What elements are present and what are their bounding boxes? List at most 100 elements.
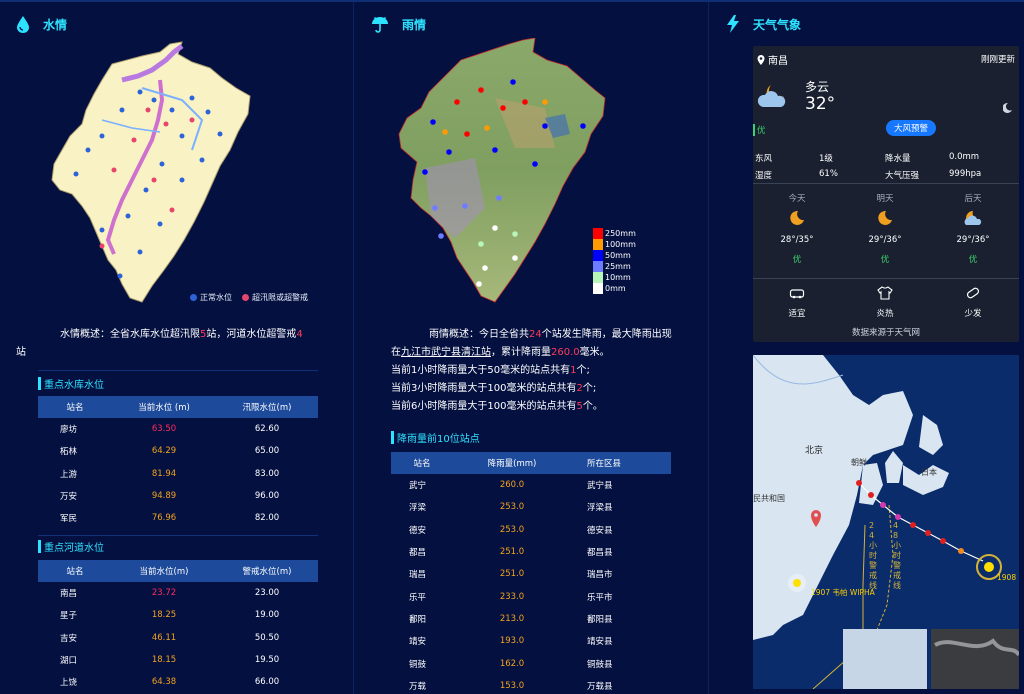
county-name: 德安县 [587,525,613,536]
station-name: 湖口 [60,656,78,667]
table-row[interactable]: 武宁 260.0 武宁县 [391,474,671,496]
table-row[interactable]: 都昌 251.0 都昌县 [391,541,671,563]
map-24h-line-label: 24小时警戒线 [869,521,877,590]
river-table: 站名 当前水位(m) 警戒水位(m) 南昌 23.72 23.00 星子 18.25 19… [38,560,318,693]
station-name: 柘林 [60,447,78,458]
rain-header: 雨情 [371,14,426,34]
col-county: 所在区县 [587,459,622,469]
county-name: 浮梁县 [587,503,613,514]
station-name: 乐平 [409,592,427,603]
table-row[interactable]: 浮梁 253.0 浮梁县 [391,496,671,518]
table-row[interactable]: 上饶 64.38 66.00 [38,671,318,693]
weather-header: 天气气象 [726,14,801,34]
table-row[interactable]: 湖口 18.15 19.50 [38,649,318,671]
table-row[interactable]: 鄱阳 213.0 鄱阳县 [391,608,671,630]
divider [38,370,318,371]
moon-icon [878,210,892,225]
typhoon-map[interactable]: 北京 朝鲜 日本 民共和国 24小时警戒线 48小时警戒线 1907 韦帕 WI… [753,355,1019,689]
station-name: 星子 [60,611,78,622]
wind-label: 东风 [755,154,773,164]
warning-level: 19.00 [254,610,280,621]
partly-cloudy-icon [964,211,982,225]
station-name: 南昌 [60,589,78,600]
location-pin-icon [757,54,765,65]
water-panel: 水情 正常水位 超汛限或超警戒 水情概述：全省水库水位超汛限5站，河道水位超警戒… [0,2,354,694]
station-name: 万载 [409,681,427,692]
car-icon [789,289,805,299]
current-level: 81.94 [151,468,177,479]
top-rain-table: 站名 降雨量(mm) 所在区县 武宁 260.0 武宁县 浮梁 253.0 浮梁县 德安 25… [391,452,671,694]
typhoon-label-1908[interactable]: 1908 [997,573,1016,582]
river-section-title: 重点河道水位 [38,539,104,554]
night-mode-icon [1003,102,1012,113]
current-temperature: 32° [805,94,836,114]
station-name: 靖安 [409,637,427,648]
table-row[interactable]: 万安 94.89 96.00 [38,485,318,507]
wind-alert-button[interactable]: 大风预警 [886,120,937,136]
shirt-icon [877,286,893,300]
typhoon-label-1907[interactable]: 1907 韦帕 WIPHA [811,587,875,598]
station-name: 瑞昌 [409,570,427,581]
table-row[interactable]: 南昌 23.72 23.00 [38,582,318,604]
table-row[interactable]: 星子 18.25 19.00 [38,604,318,626]
current-level: 64.38 [151,677,177,688]
current-level: 63.50 [151,424,177,435]
water-map[interactable] [42,40,282,306]
station-name: 上饶 [60,678,78,689]
life-index-cold[interactable]: 少发 [929,286,1017,319]
col-warning-level: 警戒水位(m) [242,567,292,577]
table-row[interactable]: 德安 253.0 德安县 [391,519,671,541]
rainfall-label: 降水量 [885,154,911,164]
station-name: 铜鼓 [409,659,427,670]
map-label-prc: 民共和国 [753,494,785,503]
rainfall-value: 0.0mm [949,152,980,162]
weather-card: 南昌 刚刚更新 多云 32° 优 大风预警 东风 1级 降水量 0.0mm 湿度… [753,46,1019,342]
table-row[interactable]: 上游 81.94 83.00 [38,463,318,485]
table-row[interactable]: 吉安 46.11 50.50 [38,627,318,649]
rain-panel: 雨情 250mm 100mm 50mm 25mm 10mm 0mm 雨情概述：今… [355,2,709,694]
life-index-car[interactable]: 适宜 [753,286,841,319]
limit-level: 83.00 [254,468,280,479]
limit-level: 96.00 [254,491,280,502]
station-name: 上游 [60,469,78,480]
humidity-value: 61% [819,169,838,179]
city-name: 南昌 [768,56,788,67]
humidity-label: 湿度 [755,171,773,181]
forecast-day-after: 后天 29°/36° 优 [956,194,990,265]
col-rainfall: 降雨量(mm) [487,459,537,469]
current-level: 18.15 [151,655,177,666]
table-row[interactable]: 靖安 193.0 靖安县 [391,630,671,652]
rainfall-value: 251.0 [499,547,525,558]
rainfall-value: 233.0 [499,591,525,602]
rainfall-value: 193.0 [499,636,525,647]
table-row[interactable]: 铜鼓 162.0 铜鼓县 [391,652,671,674]
current-level: 46.11 [151,632,177,643]
forecast-tomorrow: 明天 29°/36° 优 [868,194,902,265]
map-label-japan: 日本 [921,468,937,477]
table-row[interactable]: 柘林 64.29 65.00 [38,440,318,462]
partly-cloudy-night-icon [757,85,786,107]
table-row[interactable]: 乐平 233.0 乐平市 [391,585,671,607]
county-name: 万载县 [587,681,613,692]
rainfall-value: 162.0 [499,658,525,669]
station-name: 德安 [409,525,427,536]
table-row[interactable]: 廖坊 63.50 62.60 [38,418,318,440]
map-label-beijing: 北京 [805,446,824,456]
table-row[interactable]: 万载 153.0 万载县 [391,675,671,694]
table-row[interactable]: 瑞昌 251.0 瑞昌市 [391,563,671,585]
max-rain-station-link[interactable]: 九江市武宁县清江站 [401,347,491,358]
water-title: 水情 [43,17,68,32]
rain-map[interactable] [395,38,610,304]
table-row[interactable]: 军民 76.96 82.00 [38,507,318,529]
legend-normal: 正常水位 [190,292,232,303]
life-index-clothing[interactable]: 炎热 [841,286,929,319]
station-name: 廖坊 [60,425,78,436]
weather-panel: 天气气象 南昌 刚刚更新 多云 32° 优 大风预警 东风 1级 降水量 0.0… [710,2,1024,694]
rainfall-value: 213.0 [499,613,525,624]
county-name: 铜鼓县 [587,659,613,670]
legend-over: 超汛限或超警戒 [242,292,308,303]
weather-title: 天气气象 [753,17,802,32]
location[interactable]: 南昌 [757,52,788,67]
rainfall-value: 153.0 [499,680,525,691]
col-current-level: 当前水位 (m) [138,403,190,413]
